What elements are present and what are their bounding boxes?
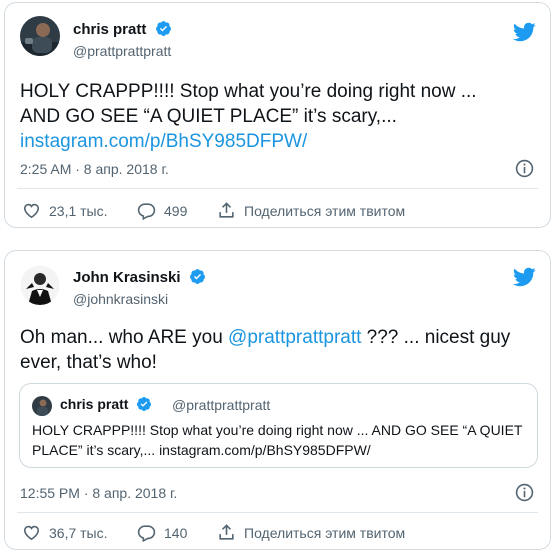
quoted-avatar <box>32 396 52 416</box>
quoted-author-name: chris pratt <box>60 396 152 412</box>
avatar[interactable] <box>20 265 60 305</box>
quoted-text: HOLY CRAPPP!!!! Stop what you’re doing r… <box>32 422 523 458</box>
author-handle[interactable]: @prattprattpratt <box>73 43 171 59</box>
like-count: 36,7 тыс. <box>49 524 108 541</box>
tweet-card[interactable]: John Krasinski @johnkrasinski Oh man... … <box>4 250 551 550</box>
like-button[interactable]: 23,1 тыс. <box>22 201 108 220</box>
tweet-timestamp[interactable]: 2:25 AM · 8 апр. 2018 г. <box>20 161 169 177</box>
verified-badge-icon <box>137 397 152 411</box>
info-icon[interactable] <box>515 159 534 178</box>
tweet-link[interactable]: instagram.com/p/BhSY985DFPW/ <box>20 131 307 152</box>
mention-link[interactable]: @prattprattpratt <box>228 327 361 348</box>
verified-badge-icon <box>189 269 205 284</box>
reply-count: 140 <box>164 524 188 541</box>
tweet-text: Oh man... who ARE you @prattprattpratt ?… <box>20 327 511 373</box>
reply-icon <box>137 203 156 220</box>
tweet-text: HOLY CRAPPP!!!! Stop what you’re doing r… <box>20 81 477 152</box>
share-label: Поделиться этим твитом <box>244 524 406 541</box>
quoted-author-handle: @prattprattpratt <box>172 397 271 413</box>
info-icon[interactable] <box>515 483 534 502</box>
heart-icon <box>23 525 40 541</box>
divider <box>17 512 538 513</box>
share-button[interactable]: Поделиться этим твитом <box>217 201 405 220</box>
tweet-timestamp[interactable]: 12:55 PM · 8 апр. 2018 г. <box>20 485 177 501</box>
reply-icon <box>137 525 156 542</box>
heart-icon <box>23 203 40 219</box>
share-label: Поделиться этим твитом <box>244 202 406 219</box>
like-button[interactable]: 36,7 тыс. <box>22 523 108 542</box>
twitter-bird-icon[interactable] <box>512 20 536 44</box>
share-icon <box>219 524 234 540</box>
quoted-tweet[interactable]: chris pratt @prattprattpratt HOLY CRAPPP… <box>19 383 538 468</box>
verified-badge-icon <box>155 21 171 36</box>
reply-button[interactable]: 140 <box>137 523 187 542</box>
avatar[interactable] <box>20 16 60 56</box>
author-name[interactable]: John Krasinski <box>73 268 206 286</box>
like-count: 23,1 тыс. <box>49 202 108 219</box>
twitter-bird-icon[interactable] <box>512 265 536 289</box>
author-name[interactable]: chris pratt <box>73 20 172 38</box>
reply-button[interactable]: 499 <box>137 201 187 220</box>
author-handle[interactable]: @johnkrasinski <box>73 291 168 307</box>
tweet-card[interactable]: chris pratt @prattprattpratt HOLY CRAPPP… <box>4 2 551 228</box>
divider <box>17 188 538 189</box>
reply-count: 499 <box>164 202 188 219</box>
share-button[interactable]: Поделиться этим твитом <box>217 523 405 542</box>
share-icon <box>219 202 234 218</box>
